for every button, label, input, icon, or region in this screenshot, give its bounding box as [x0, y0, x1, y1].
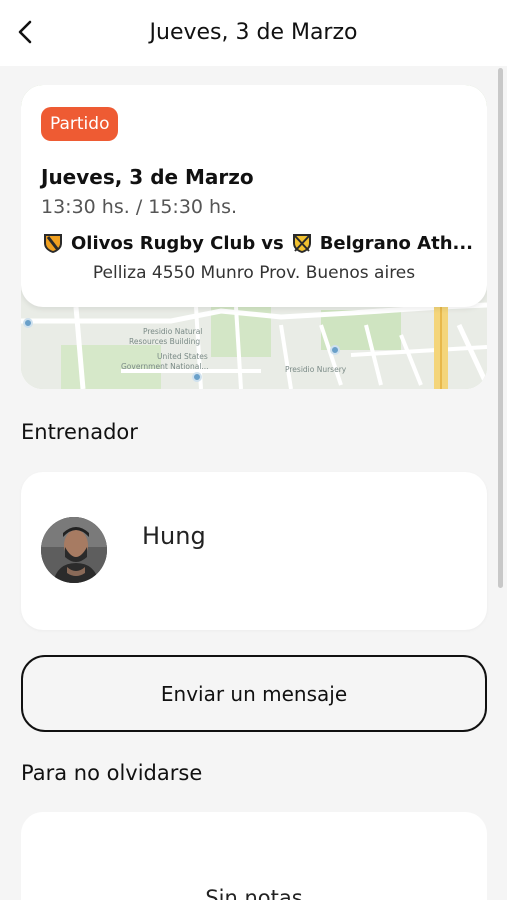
teams-row: Olivos Rugby Club vs Belgrano Ath... — [41, 231, 481, 255]
coach-section-title: Entrenador — [21, 420, 138, 444]
notes-section-title: Para no olvidarse — [21, 761, 203, 785]
map-label: Presidio Nursery — [285, 365, 347, 374]
send-message-button[interactable]: Enviar un mensaje — [21, 655, 487, 732]
avatar — [41, 517, 107, 583]
home-team-name: Olivos Rugby Club — [71, 232, 256, 254]
map-marker[interactable] — [330, 345, 340, 355]
map-marker[interactable] — [192, 372, 202, 382]
event-address: Pelliza 4550 Munro Prov. Buenos aires — [92, 263, 416, 283]
map-label: Presidio Natural — [143, 327, 203, 336]
event-card[interactable]: Presidio Natural Resources Building Unit… — [21, 85, 487, 389]
top-bar: Jueves, 3 de Marzo — [0, 0, 507, 66]
map-marker[interactable] — [23, 318, 33, 328]
notes-card[interactable]: Sin notas — [21, 812, 487, 900]
event-type-badge: Partido — [41, 107, 119, 141]
event-time: 13:30 hs. / 15:30 hs. — [41, 196, 238, 218]
map-label: Resources Building — [129, 337, 201, 346]
event-date: Jueves, 3 de Marzo — [41, 165, 254, 189]
coach-name: Hung — [142, 522, 206, 550]
empty-notes-label: Sin notas — [205, 886, 303, 900]
map-label: Government National... — [121, 362, 209, 371]
team-crest-icon — [44, 234, 62, 253]
team-crest-icon — [292, 234, 311, 253]
page-title: Jueves, 3 de Marzo — [149, 20, 358, 45]
versus-label: vs — [261, 232, 284, 254]
map-label: United States — [157, 352, 208, 361]
event-info-card[interactable]: Partido Jueves, 3 de Marzo 13:30 hs. / 1… — [21, 85, 487, 307]
coach-card[interactable]: Hung — [21, 472, 487, 630]
scrollbar[interactable] — [498, 68, 503, 588]
away-team-name: Belgrano Ath... — [319, 232, 474, 254]
